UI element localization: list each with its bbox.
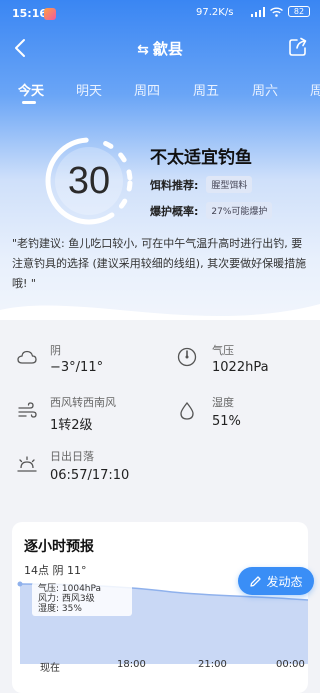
signal-icon	[251, 6, 265, 17]
droplet-icon	[180, 401, 194, 420]
swap-icon: ⇆	[137, 42, 149, 58]
tab-tomorrow[interactable]: 明天	[76, 80, 102, 99]
current-point	[17, 581, 23, 587]
wave-divider	[0, 304, 320, 320]
sun-label: 日出日落	[50, 450, 94, 463]
weather-label: 阴	[50, 344, 61, 357]
explode-chip: 27%可能爆护	[206, 202, 273, 219]
explode-row: 爆护概率: 27%可能爆护	[150, 202, 273, 219]
pressure-label: 气压	[212, 344, 234, 357]
tooltip-pressure: 气压: 1004hPa	[38, 584, 102, 594]
nav-bar: ⇆ 歙县	[0, 30, 320, 66]
tab-thursday[interactable]: 周四	[134, 80, 160, 99]
share-icon[interactable]	[288, 37, 308, 57]
x-label-2100: 21:00	[198, 659, 227, 670]
tab-indicator	[22, 101, 36, 104]
network-speed: 97.2K/s	[196, 7, 234, 18]
post-update-label: 发动态	[266, 574, 303, 589]
bait-chip: 腥型饵料	[206, 176, 253, 193]
wind-icon	[18, 402, 37, 418]
hourly-title: 逐小时预报	[24, 539, 94, 555]
hourly-tooltip: 气压: 1004hPa 风力: 西风3级 湿度: 35%	[32, 582, 132, 616]
battery-indicator: 82	[288, 6, 310, 17]
wind-level-value: 1转2级	[50, 418, 93, 433]
explode-label: 爆护概率:	[150, 204, 199, 218]
humidity-label: 湿度	[212, 396, 234, 409]
weather-details: 阴 −3°/11° 气压 1022hPa 西风转西南风 1转2级 湿度 51% …	[0, 330, 320, 510]
bait-row: 饵料推荐: 腥型饵料	[150, 176, 253, 193]
status-time: 15:16	[12, 7, 48, 20]
pencil-icon	[250, 575, 262, 587]
pressure-value: 1022hPa	[212, 360, 269, 375]
temperature-value: −3°/11°	[50, 360, 104, 375]
fishing-score: 30	[67, 160, 111, 202]
app-notification-icon	[44, 8, 56, 20]
x-label-now: 现在	[40, 663, 60, 674]
wind-direction-label: 西风转西南风	[50, 396, 116, 409]
cloud-icon	[17, 350, 37, 364]
wifi-icon	[270, 7, 283, 17]
city-selector[interactable]: ⇆ 歙县	[0, 38, 320, 59]
x-label-0000: 00:00	[276, 659, 305, 670]
tab-saturday[interactable]: 周六	[252, 80, 278, 99]
fishing-advice: "老钓建议: 鱼儿吃口较小, 可在中午气温升高时进行出钓, 要注意钓具的选择 (…	[12, 237, 307, 290]
tab-today[interactable]: 今天	[18, 80, 44, 99]
gauge-icon	[177, 347, 197, 367]
city-name: 歙县	[152, 40, 183, 58]
sunrise-icon	[17, 456, 37, 472]
tooltip-wind: 风力: 西风3级	[38, 594, 95, 604]
humidity-value: 51%	[212, 414, 241, 429]
sun-times-value: 06:57/17:10	[50, 468, 130, 483]
post-update-button[interactable]: 发动态	[238, 567, 314, 595]
tooltip-humidity: 湿度: 35%	[38, 604, 82, 614]
x-label-1800: 18:00	[117, 659, 146, 670]
fishing-verdict: 不太适宜钓鱼	[150, 148, 252, 168]
bait-label: 饵料推荐:	[150, 178, 199, 192]
day-tabs: 今天 明天 周四 周五 周六 周	[0, 74, 320, 104]
tab-sunday[interactable]: 周	[310, 80, 320, 99]
tab-friday[interactable]: 周五	[193, 80, 219, 99]
status-bar: 15:16 97.2K/s 82	[0, 0, 320, 28]
hourly-forecast-card: 逐小时预报 14点 阴 11° 气压: 1004hPa 风力: 西风3级 湿度:…	[12, 522, 308, 693]
